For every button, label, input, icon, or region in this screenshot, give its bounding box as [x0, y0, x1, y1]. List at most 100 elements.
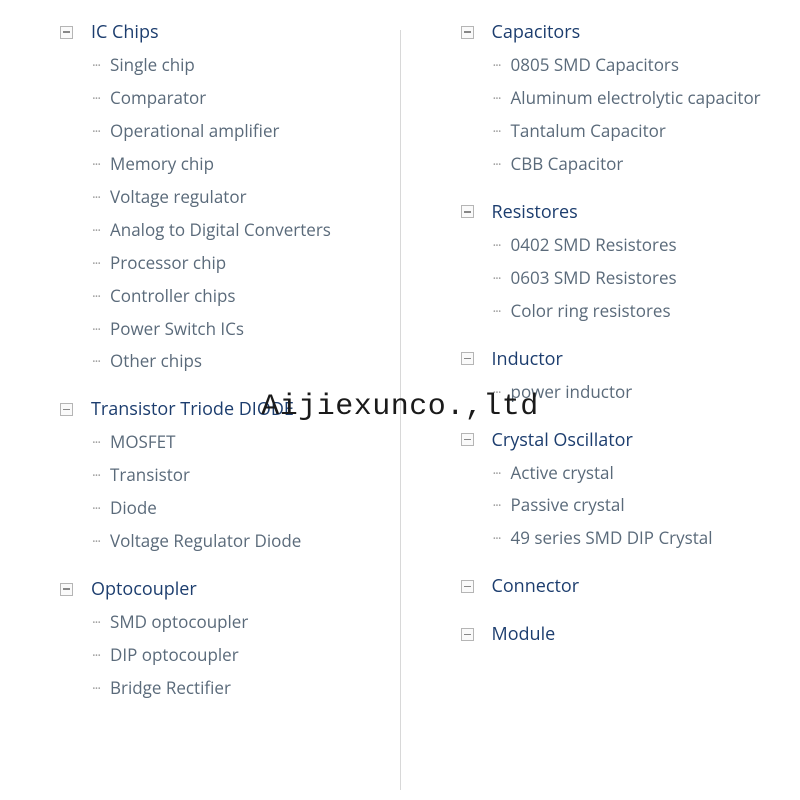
bullet-icon: ··· — [92, 433, 100, 452]
category-title[interactable]: Capacitors — [492, 20, 581, 44]
subcategory-item[interactable]: ··· Controller chips — [92, 285, 380, 308]
category-header[interactable]: Module — [461, 622, 781, 646]
subcategory-label: Single chip — [110, 54, 195, 77]
category-title[interactable]: Optocoupler — [91, 577, 197, 601]
bullet-icon: ··· — [493, 89, 501, 108]
collapse-icon[interactable] — [461, 580, 474, 593]
category-title[interactable]: Inductor — [492, 347, 563, 371]
subcategory-item[interactable]: ···Diode — [92, 497, 380, 520]
collapse-icon[interactable] — [461, 433, 474, 446]
subcategory-list: ··· power inductor — [461, 381, 781, 404]
subcategory-label: Aluminum electrolytic capacitor — [511, 87, 761, 110]
bullet-icon: ··· — [92, 188, 100, 207]
subcategory-item[interactable]: ···Comparator — [92, 87, 380, 110]
subcategory-label: Operational amplifier — [110, 120, 279, 143]
bullet-icon: ··· — [92, 532, 100, 551]
category-header[interactable]: Resistores — [461, 200, 781, 224]
bullet-icon: ··· — [92, 613, 100, 632]
subcategory-item[interactable]: ··· 0603 SMD Resistores — [493, 267, 781, 290]
subcategory-item[interactable]: ··· Active crystal — [493, 462, 781, 485]
category-header[interactable]: Capacitors — [461, 20, 781, 44]
bullet-icon: ··· — [92, 221, 100, 240]
bullet-icon: ··· — [92, 287, 100, 306]
category-title[interactable]: Connector — [492, 574, 580, 598]
subcategory-list: ··· Active crystal ···Passive crystal ···49… — [461, 462, 781, 551]
subcategory-label: Tantalum Capacitor — [511, 120, 666, 143]
category-header[interactable]: Connector — [461, 574, 781, 598]
subcategory-item[interactable]: ···Passive crystal — [493, 494, 781, 517]
subcategory-item[interactable]: ··· Voltage Regulator Diode — [92, 530, 380, 553]
subcategory-item[interactable]: ···Voltage regulator — [92, 186, 380, 209]
category-tree-container: IC Chips···Single chip···Comparator···Op… — [0, 0, 800, 800]
bullet-icon: ··· — [493, 155, 501, 174]
bullet-icon: ··· — [92, 466, 100, 485]
subcategory-label: MOSFET — [110, 431, 175, 454]
subcategory-item[interactable]: ···0402 SMD Resistores — [493, 234, 781, 257]
subcategory-list: ···0402 SMD Resistores ··· 0603 SMD Resist… — [461, 234, 781, 323]
subcategory-label: Processor chip — [110, 252, 226, 275]
subcategory-label: Comparator — [110, 87, 206, 110]
category-title[interactable]: Resistores — [492, 200, 578, 224]
collapse-icon[interactable] — [60, 403, 73, 416]
category-title[interactable]: Module — [492, 622, 556, 646]
subcategory-item[interactable]: ··· Aluminum electrolytic capacitor — [493, 87, 781, 110]
subcategory-item[interactable]: ···DIP optocoupler — [92, 644, 380, 667]
subcategory-label: Controller chips — [110, 285, 235, 308]
subcategory-item[interactable]: ··· Memory chip — [92, 153, 380, 176]
collapse-icon[interactable] — [461, 26, 474, 39]
category-block: Connector — [461, 574, 781, 598]
category-header[interactable]: Transistor Triode DIODE — [60, 397, 380, 421]
bullet-icon: ··· — [493, 464, 501, 483]
subcategory-item[interactable]: ··· MOSFET — [92, 431, 380, 454]
bullet-icon: ··· — [92, 254, 100, 273]
bullet-icon: ··· — [493, 496, 501, 515]
subcategory-list: ···Single chip···Comparator···Operationa… — [60, 54, 380, 373]
bullet-icon: ··· — [92, 679, 100, 698]
subcategory-item[interactable]: ··· Processor chip — [92, 252, 380, 275]
category-header[interactable]: Optocoupler — [60, 577, 380, 601]
category-header[interactable]: Crystal Oscillator — [461, 428, 781, 452]
subcategory-label: Other chips — [110, 350, 202, 373]
category-header[interactable]: Inductor — [461, 347, 781, 371]
subcategory-item[interactable]: ···Color ring resistores — [493, 300, 781, 323]
subcategory-label: CBB Capacitor — [511, 153, 624, 176]
collapse-icon[interactable] — [461, 205, 474, 218]
bullet-icon: ··· — [493, 269, 501, 288]
subcategory-label: SMD optocoupler — [110, 611, 248, 634]
subcategory-label: Voltage Regulator Diode — [110, 530, 301, 553]
category-title[interactable]: Crystal Oscillator — [492, 428, 633, 452]
subcategory-label: 0603 SMD Resistores — [511, 267, 677, 290]
subcategory-item[interactable]: ··· SMD optocoupler — [92, 611, 380, 634]
bullet-icon: ··· — [493, 383, 501, 402]
subcategory-item[interactable]: ···0805 SMD Capacitors — [493, 54, 781, 77]
subcategory-item[interactable]: ···Analog to Digital Converters — [92, 219, 380, 242]
collapse-icon[interactable] — [60, 26, 73, 39]
subcategory-item[interactable]: ···Transistor — [92, 464, 380, 487]
subcategory-label: Bridge Rectifier — [110, 677, 231, 700]
bullet-icon: ··· — [92, 122, 100, 141]
subcategory-item[interactable]: ··· Single chip — [92, 54, 380, 77]
bullet-icon: ··· — [92, 155, 100, 174]
subcategory-label: Memory chip — [110, 153, 214, 176]
category-header[interactable]: IC Chips — [60, 20, 380, 44]
category-block: Optocoupler···SMD optocoupler···DIP opto… — [60, 577, 380, 700]
subcategory-label: power inductor — [511, 381, 633, 404]
category-title[interactable]: Transistor Triode DIODE — [91, 397, 294, 421]
subcategory-item[interactable]: ···49 series SMD DIP Crystal — [493, 527, 781, 550]
subcategory-item[interactable]: ··· Bridge Rectifier — [92, 677, 380, 700]
collapse-icon[interactable] — [461, 628, 474, 641]
subcategory-item[interactable]: ··· power inductor — [493, 381, 781, 404]
bullet-icon: ··· — [92, 56, 100, 75]
subcategory-label: 0402 SMD Resistores — [511, 234, 677, 257]
subcategory-item[interactable]: ···Tantalum Capacitor — [493, 120, 781, 143]
category-title[interactable]: IC Chips — [91, 20, 159, 44]
subcategory-item[interactable]: ··· Operational amplifier — [92, 120, 380, 143]
collapse-icon[interactable] — [461, 352, 474, 365]
subcategory-label: Active crystal — [511, 462, 614, 485]
subcategory-item[interactable]: ··· CBB Capacitor — [493, 153, 781, 176]
collapse-icon[interactable] — [60, 583, 73, 596]
category-block: Module — [461, 622, 781, 646]
subcategory-item[interactable]: ···Power Switch ICs — [92, 318, 380, 341]
subcategory-item[interactable]: ···Other chips — [92, 350, 380, 373]
subcategory-label: DIP optocoupler — [110, 644, 239, 667]
